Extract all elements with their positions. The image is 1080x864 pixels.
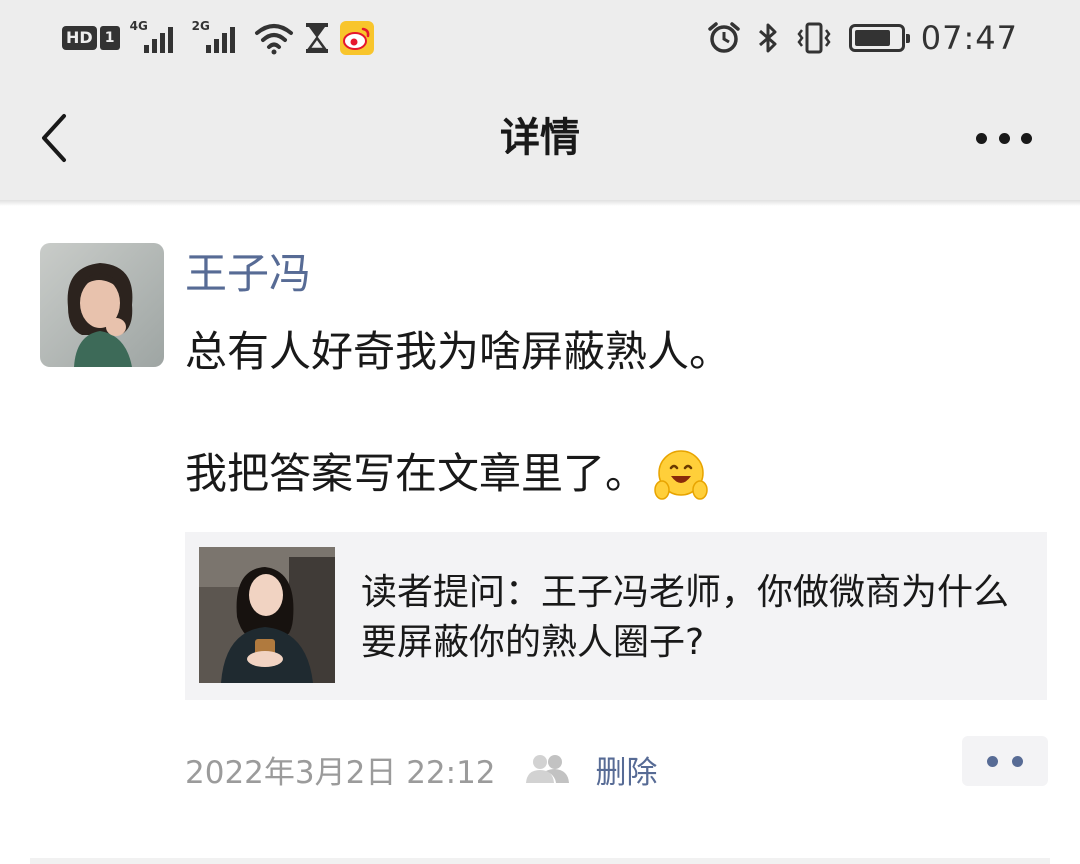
status-time: 07:47 <box>920 19 1018 57</box>
bluetooth-icon <box>758 23 777 53</box>
group-visibility-icon[interactable] <box>524 753 570 785</box>
author-name[interactable]: 王子冯 <box>185 246 311 302</box>
wifi-icon <box>254 24 293 55</box>
post-timestamp: 2022年3月2日 22:12 <box>185 754 496 791</box>
hd-label: HD <box>62 26 97 50</box>
hourglass-icon <box>305 23 328 53</box>
bottom-divider <box>30 858 1050 864</box>
signal-2-icon: 2G <box>192 19 244 55</box>
article-title: 读者提问：王子冯老师，你做微商为什么要屏蔽你的熟人圈子? <box>361 572 1010 663</box>
page-title: 详情 <box>500 115 580 161</box>
author-avatar[interactable] <box>40 243 164 367</box>
nav-divider <box>0 200 1080 206</box>
article-link-card[interactable]: 读者提问：王子冯老师，你做微商为什么要屏蔽你的熟人圈子? <box>185 532 1047 700</box>
vibrate-icon <box>797 22 831 54</box>
status-bar: HD 1 4G 2G 07:47 <box>0 0 1080 78</box>
status-bar-left: HD 1 4G 2G <box>62 18 374 58</box>
status-bar-right: 07:47 <box>707 18 1018 58</box>
more-dots-icon[interactable] <box>976 122 1032 154</box>
battery-fill <box>854 30 890 46</box>
happy-hands-emoji-icon <box>654 450 708 500</box>
nav-bar: 详情 <box>0 78 1080 200</box>
post-text-line-2: 我把答案写在文章里了。 <box>185 449 648 498</box>
post-text-line-1: 总有人好奇我为啥屏蔽熟人。 <box>185 327 732 376</box>
battery-icon <box>848 24 910 52</box>
comment-dots-icon[interactable] <box>962 736 1048 786</box>
weibo-icon <box>339 21 374 55</box>
hd-badge: HD 1 <box>62 26 120 50</box>
sim-label: 1 <box>99 26 120 50</box>
delete-link[interactable]: 删除 <box>596 747 658 792</box>
post-meta-row: 2022年3月2日 22:12 删除 <box>185 744 658 794</box>
post-text-line-2-row: 我把答案写在文章里了。 <box>185 442 1045 506</box>
signal-1-icon: 4G <box>130 19 182 55</box>
alarm-icon <box>708 22 740 53</box>
article-thumbnail <box>199 547 335 683</box>
